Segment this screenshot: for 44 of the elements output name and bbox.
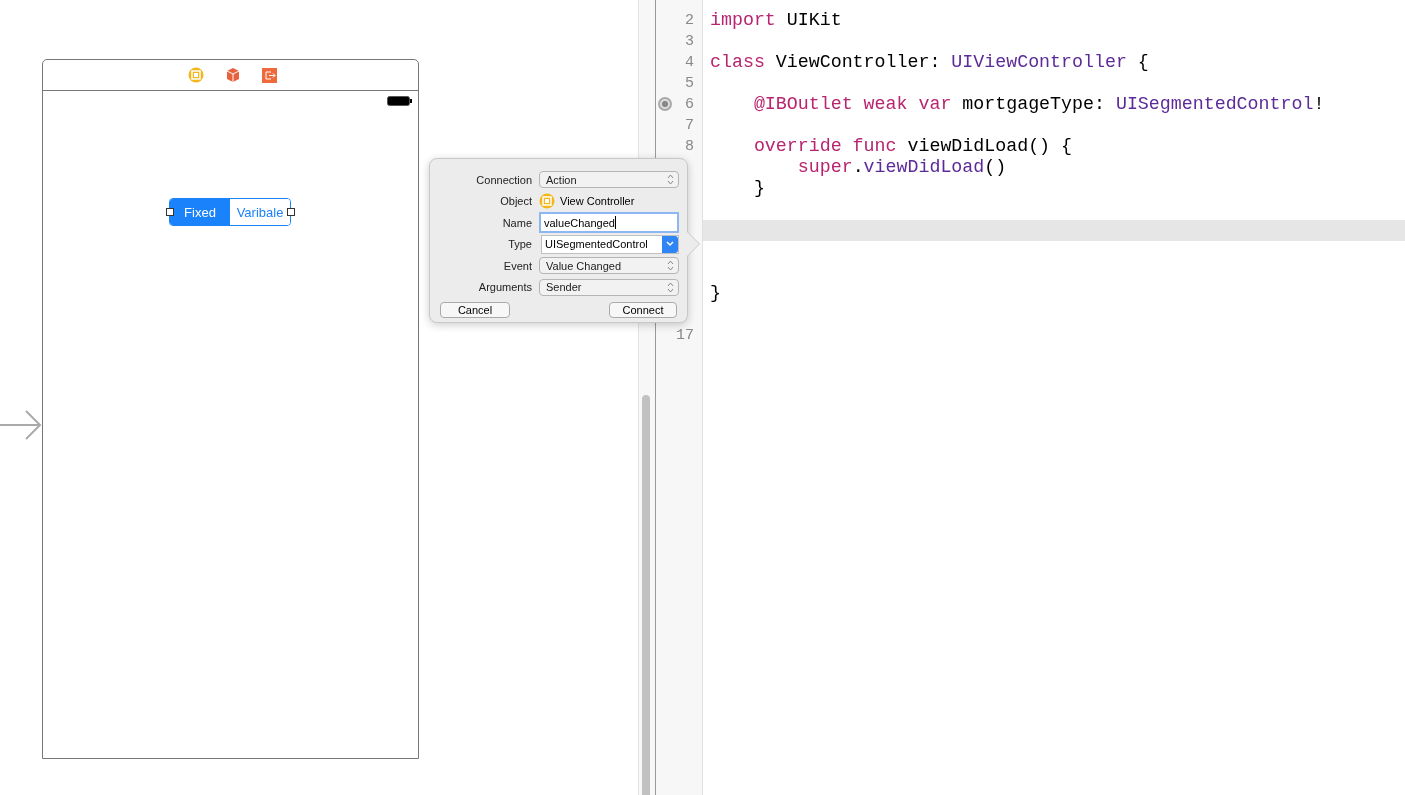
scrollbar-thumb[interactable] [642,395,650,795]
code-line: class ViewController: UIViewController { [710,52,1149,72]
stepper-icon [667,281,674,293]
popup-button[interactable]: Sender [539,278,679,296]
field-label: Type [507,238,532,251]
view-controller-icon [539,193,555,210]
field-label: Name [501,216,532,229]
resize-handle[interactable] [287,208,295,216]
line-number: 7 [685,117,694,134]
view-controller-icon[interactable] [187,67,204,83]
battery-icon [387,96,412,106]
cube-icon[interactable] [224,67,241,83]
field-label: Arguments [477,281,532,294]
connect-button[interactable]: Connect [609,302,677,318]
field-label: Event [502,259,532,272]
outlet-connection-icon[interactable] [658,97,672,111]
code-line: @IBOutlet weak var mortgageType: UISegmentedControl! [752,94,1325,114]
name-field[interactable]: valueChanged [539,212,679,234]
segment[interactable]: Fixed [170,199,230,225]
line-number: 3 [685,33,694,50]
code-line: } [710,283,721,303]
cancel-button[interactable]: Cancel [440,302,510,318]
line-number: 5 [685,75,694,92]
resize-handle[interactable] [166,208,174,216]
field-label: Connection [475,173,532,186]
line-number: 6 [685,96,694,113]
code-line: override func viewDidLoad() { [752,136,1073,156]
code-line: super.viewDidLoad() [796,157,1007,177]
line-number: 17 [676,327,694,344]
stepper-icon [667,260,674,272]
type-combo-box[interactable]: UISegmentedControl [541,234,679,254]
popup-button[interactable]: Action [539,171,679,189]
field-label: Object [499,195,532,208]
code-line: } [752,178,765,198]
entry-arrow-icon [0,408,42,442]
object-value: View Controller [560,195,635,208]
popup-button[interactable]: Value Changed [539,257,679,275]
line-number: 8 [685,138,694,155]
segmented-control[interactable]: Fixed Varibale [169,198,291,226]
line-number: 4 [685,54,694,71]
exit-icon[interactable] [261,67,277,83]
stepper-icon [667,174,674,186]
code-line: import UIKit [710,10,842,30]
line-number: 2 [685,12,694,29]
